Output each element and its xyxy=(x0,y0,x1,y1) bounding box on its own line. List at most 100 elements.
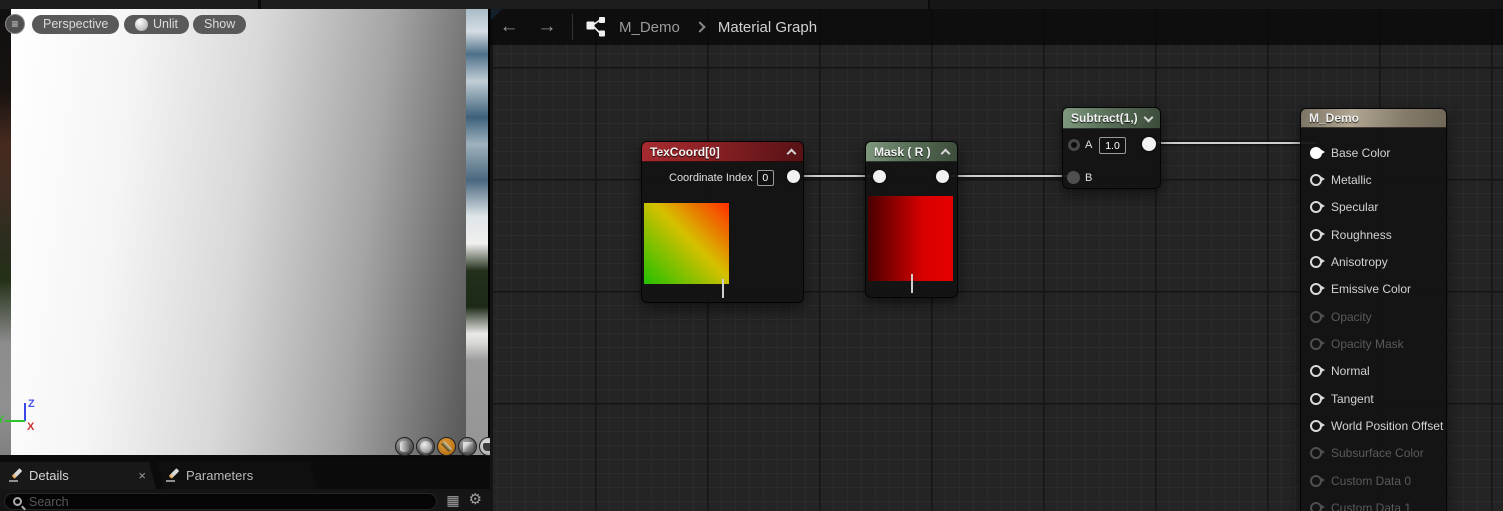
preview-shape-button[interactable] xyxy=(437,437,456,456)
material-graph-icon xyxy=(585,16,607,38)
pin-icon[interactable] xyxy=(1310,229,1322,241)
preview-expand-chevron-icon[interactable] xyxy=(722,279,724,297)
tab-details[interactable]: Details × xyxy=(0,462,156,489)
node-mask[interactable]: Mask ( R ) xyxy=(865,141,958,298)
preview-viewport[interactable]: ≡ Perspective Unlit Show Z X Y xyxy=(0,9,490,460)
wire-subtract-to-basecolor[interactable] xyxy=(1148,142,1316,144)
preview-shape-button[interactable] xyxy=(395,437,414,456)
toolbar-divider xyxy=(572,14,573,40)
preview-expand-chevron-icon[interactable] xyxy=(911,274,913,292)
pin-icon[interactable] xyxy=(1310,502,1322,511)
pin-icon[interactable] xyxy=(1310,283,1322,295)
back-arrow-button[interactable]: ← xyxy=(490,9,528,45)
breadcrumb-root[interactable]: M_Demo xyxy=(619,19,680,36)
z-axis-line xyxy=(24,403,26,421)
perspective-label: Perspective xyxy=(43,15,108,34)
output-pin-row[interactable]: Subsurface Color xyxy=(1310,440,1446,467)
pin-icon[interactable] xyxy=(1310,256,1322,268)
output-pin-row[interactable]: Opacity Mask xyxy=(1310,330,1446,357)
search-input[interactable] xyxy=(29,495,428,509)
expand-chevron-icon[interactable] xyxy=(1144,112,1154,122)
node-material-output[interactable]: M_Demo Base Color Metallic xyxy=(1300,108,1447,511)
hamburger-icon: ≡ xyxy=(11,17,18,31)
details-panel: Details × Parameters ▦ ⚙ xyxy=(0,460,490,511)
pin-icon[interactable] xyxy=(1310,420,1322,432)
forward-arrow-button[interactable]: → xyxy=(528,9,566,45)
subtract-a-label: A xyxy=(1085,139,1092,151)
subtract-input-b-pin[interactable] xyxy=(1067,171,1080,184)
texcoord-title: TexCoord[0] xyxy=(650,145,720,159)
pin-label: Metallic xyxy=(1331,173,1372,187)
preview-shape-button[interactable] xyxy=(416,437,435,456)
pin-icon[interactable] xyxy=(1310,147,1322,159)
output-pin-row[interactable]: Opacity xyxy=(1310,303,1446,330)
mask-input-pin[interactable] xyxy=(873,170,886,183)
viewport-menu-button[interactable]: ≡ xyxy=(5,14,25,34)
unlit-button[interactable]: Unlit xyxy=(124,15,189,34)
mask-preview-swatch xyxy=(868,196,953,281)
subtract-output-pin[interactable] xyxy=(1142,137,1156,151)
output-pin-row[interactable]: Anisotropy xyxy=(1310,248,1446,275)
tab-divider-notch xyxy=(928,0,930,9)
parameters-pencil-icon xyxy=(166,469,179,482)
z-axis-label: Z xyxy=(28,398,35,410)
x-axis-label: X xyxy=(27,421,34,433)
preview-shape-button[interactable] xyxy=(479,437,490,456)
node-subtract[interactable]: Subtract(1,) A 1.0 B xyxy=(1062,107,1161,189)
viewport-background-left xyxy=(0,9,11,460)
output-pin-row[interactable]: Custom Data 1 xyxy=(1310,494,1446,511)
pin-icon[interactable] xyxy=(1310,201,1322,213)
top-strip-dark-segment xyxy=(930,0,1503,9)
pin-icon[interactable] xyxy=(1310,365,1322,377)
tab-divider-notch xyxy=(258,0,261,9)
parameters-tab-label: Parameters xyxy=(186,468,253,483)
pin-icon[interactable] xyxy=(1310,393,1322,405)
shape-icon xyxy=(400,441,409,452)
close-icon[interactable]: × xyxy=(138,469,146,482)
subtract-header[interactable]: Subtract(1,) xyxy=(1063,108,1160,129)
collapse-chevron-icon[interactable] xyxy=(787,149,797,159)
preview-shape-button[interactable] xyxy=(458,437,477,456)
pin-icon[interactable] xyxy=(1310,475,1322,487)
details-tab-label: Details xyxy=(29,468,69,483)
graph-toolbar: ← → M_Demo Material Graph xyxy=(490,9,1503,45)
material-graph-canvas[interactable]: TexCoord[0] Coordinate Index 0 Mask ( R … xyxy=(490,9,1503,511)
unlit-label: Unlit xyxy=(153,15,178,34)
output-pin-row[interactable]: Metallic xyxy=(1310,166,1446,193)
material-output-header[interactable]: M_Demo xyxy=(1301,109,1446,128)
mask-output-pin[interactable] xyxy=(936,170,949,183)
breadcrumb-chevron-icon xyxy=(694,21,705,32)
subtract-a-value[interactable]: 1.0 xyxy=(1099,137,1126,154)
output-pin-row[interactable]: Roughness xyxy=(1310,221,1446,248)
settings-gear-icon[interactable]: ⚙ xyxy=(469,491,482,509)
show-button[interactable]: Show xyxy=(193,15,246,34)
output-pin-row[interactable]: Specular xyxy=(1310,194,1446,221)
texcoord-header[interactable]: TexCoord[0] xyxy=(642,142,803,162)
wire-mask-to-subtract-b[interactable] xyxy=(942,175,1072,177)
node-texcoord[interactable]: TexCoord[0] Coordinate Index 0 xyxy=(641,141,804,303)
output-pin-list: Base Color Metallic Specular Rou xyxy=(1301,128,1446,511)
texcoord-output-pin[interactable] xyxy=(787,170,800,183)
collapse-chevron-icon[interactable] xyxy=(941,149,951,159)
show-label: Show xyxy=(204,15,235,34)
output-pin-row[interactable]: Custom Data 0 xyxy=(1310,467,1446,494)
mask-header[interactable]: Mask ( R ) xyxy=(866,142,957,162)
pin-icon[interactable] xyxy=(1310,338,1322,350)
pin-icon[interactable] xyxy=(1310,447,1322,459)
mask-title: Mask ( R ) xyxy=(874,145,931,159)
output-pin-row[interactable]: World Position Offset xyxy=(1310,412,1446,439)
coordinate-index-value[interactable]: 0 xyxy=(757,170,774,186)
y-axis-line xyxy=(5,420,25,422)
pin-icon[interactable] xyxy=(1310,311,1322,323)
display-filter-icon[interactable]: ▦ xyxy=(446,491,459,509)
subtract-input-a-pin[interactable] xyxy=(1068,139,1080,151)
perspective-button[interactable]: Perspective xyxy=(32,15,119,34)
tab-parameters[interactable]: Parameters xyxy=(157,462,317,489)
search-box[interactable] xyxy=(4,493,437,510)
pin-icon[interactable] xyxy=(1310,174,1322,186)
details-toolbar-icons: ▦ ⚙ xyxy=(446,491,482,509)
output-pin-row[interactable]: Tangent xyxy=(1310,385,1446,412)
output-pin-row[interactable]: Normal xyxy=(1310,358,1446,385)
output-pin-row[interactable]: Emissive Color xyxy=(1310,276,1446,303)
output-pin-row[interactable]: Base Color xyxy=(1310,139,1446,166)
